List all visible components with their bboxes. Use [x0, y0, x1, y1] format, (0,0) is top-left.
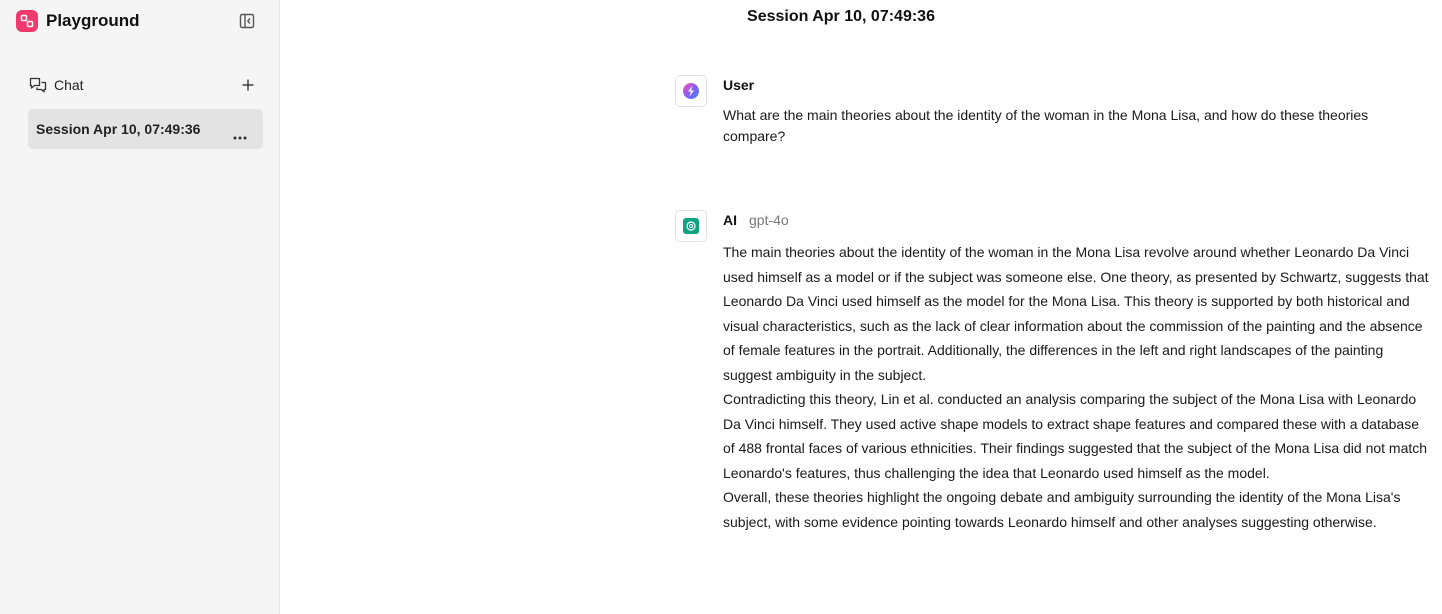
model-badge: gpt-4o [749, 212, 789, 228]
chat-main: Session Apr 10, 07:49:36 User What are t… [281, 0, 1442, 614]
new-session-button[interactable] [240, 77, 256, 93]
user-avatar [675, 75, 707, 107]
user-orb-icon [683, 83, 699, 99]
session-more-button[interactable] [233, 127, 247, 140]
sidebar-collapse-icon [239, 13, 255, 29]
message-role-ai: AI [723, 212, 737, 228]
sidebar: Playground Chat Session Apr 10, 07:49:36 [0, 0, 280, 614]
ai-paragraph: Overall, these theories highlight the on… [723, 489, 1401, 530]
playground-logo-icon [16, 10, 38, 32]
chat-label: Chat [54, 77, 84, 93]
plus-icon [242, 79, 254, 91]
message-role-user: User [723, 77, 755, 93]
brand: Playground [16, 10, 140, 32]
sidebar-session-item[interactable]: Session Apr 10, 07:49:36 [28, 109, 263, 149]
chat-section-header: Chat [28, 74, 264, 96]
page-title: Session Apr 10, 07:49:36 [747, 8, 935, 25]
ai-paragraph: The main theories about the identity of … [723, 244, 1429, 383]
user-message-text: What are the main theories about the ide… [723, 107, 1369, 144]
openai-icon [683, 218, 699, 234]
brand-title: Playground [46, 11, 140, 30]
more-horizontal-icon [233, 136, 247, 140]
ai-avatar [675, 210, 707, 242]
ai-message-text: The main theories about the identity of … [723, 240, 1429, 534]
session-label: Session Apr 10, 07:49:36 [36, 121, 201, 137]
chat-bubbles-icon [29, 77, 47, 93]
ai-paragraph: Contradicting this theory, Lin et al. co… [723, 391, 1428, 481]
sidebar-collapse-button[interactable] [238, 12, 256, 30]
